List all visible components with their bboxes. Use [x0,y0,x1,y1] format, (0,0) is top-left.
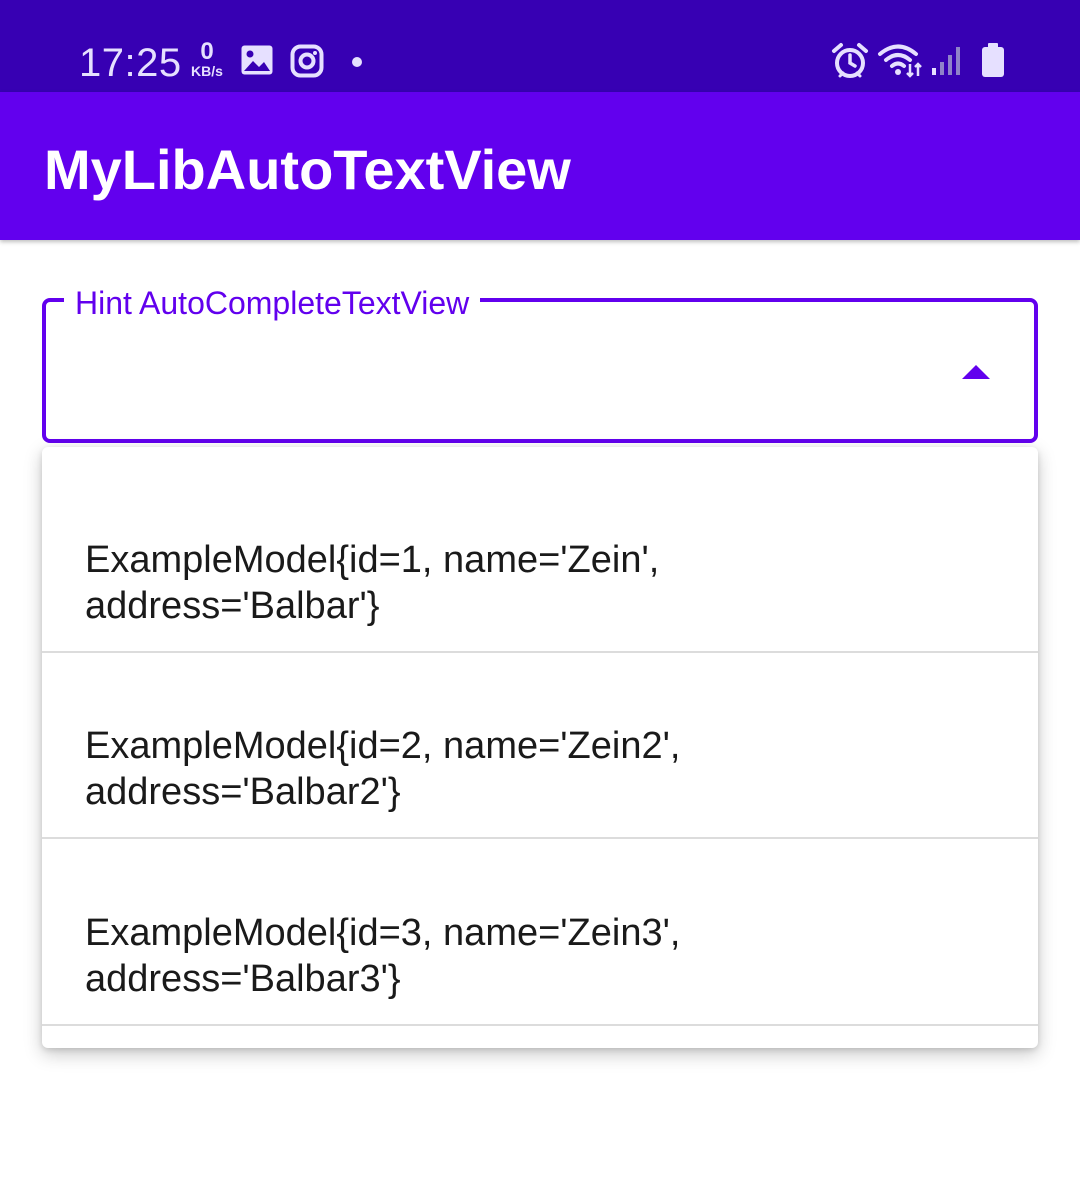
dropdown-item-line: ExampleModel{id=2, name='Zein2', [85,725,681,767]
status-time: 17:25 [79,41,182,85]
dropdown-item-line: address='Balbar'} [85,585,380,627]
dropdown-item-line: address='Balbar3'} [85,958,401,1000]
network-speed-value: 0 [200,38,214,65]
dropdown-item-text: ExampleModel{id=2, name='Zein2', address… [85,723,965,815]
gallery-icon [240,44,274,81]
dropdown-item[interactable]: ExampleModel{id=2, name='Zein2', address… [42,653,1038,839]
signal-icon [930,44,964,81]
instagram-icon [290,44,324,83]
dropdown-item-text: ExampleModel{id=1, name='Zein', address=… [85,537,965,629]
dropdown-item-line: address='Balbar2'} [85,771,401,813]
dropdown-item-text: ExampleModel{id=3, name='Zein3', address… [85,910,965,1002]
dropdown-item[interactable]: ExampleModel{id=3, name='Zein3', address… [42,840,1038,1026]
wifi-icon [877,42,923,83]
dropdown-item[interactable]: ExampleModel{id=1, name='Zein', address=… [42,467,1038,653]
autocomplete-hint-label: Hint AutoCompleteTextView [64,284,481,322]
network-speed-unit: KB/s [191,63,223,79]
battery-icon [981,42,1005,83]
alarm-icon [831,42,869,85]
status-bar: 17:25 0 KB/s [0,0,1080,92]
dropdown-menu: ExampleModel{id=1, name='Zein', address=… [42,447,1038,1048]
dropdown-toggle-button[interactable] [950,350,1002,394]
app-title: MyLibAutoTextView [44,138,571,201]
arrow-drop-up-icon [962,365,990,379]
notification-dot-icon [351,55,363,73]
network-speed-indicator: 0 KB/s [187,38,227,79]
dropdown-item-line: ExampleModel{id=1, name='Zein', [85,539,660,581]
dropdown-item-line: ExampleModel{id=3, name='Zein3', [85,912,681,954]
